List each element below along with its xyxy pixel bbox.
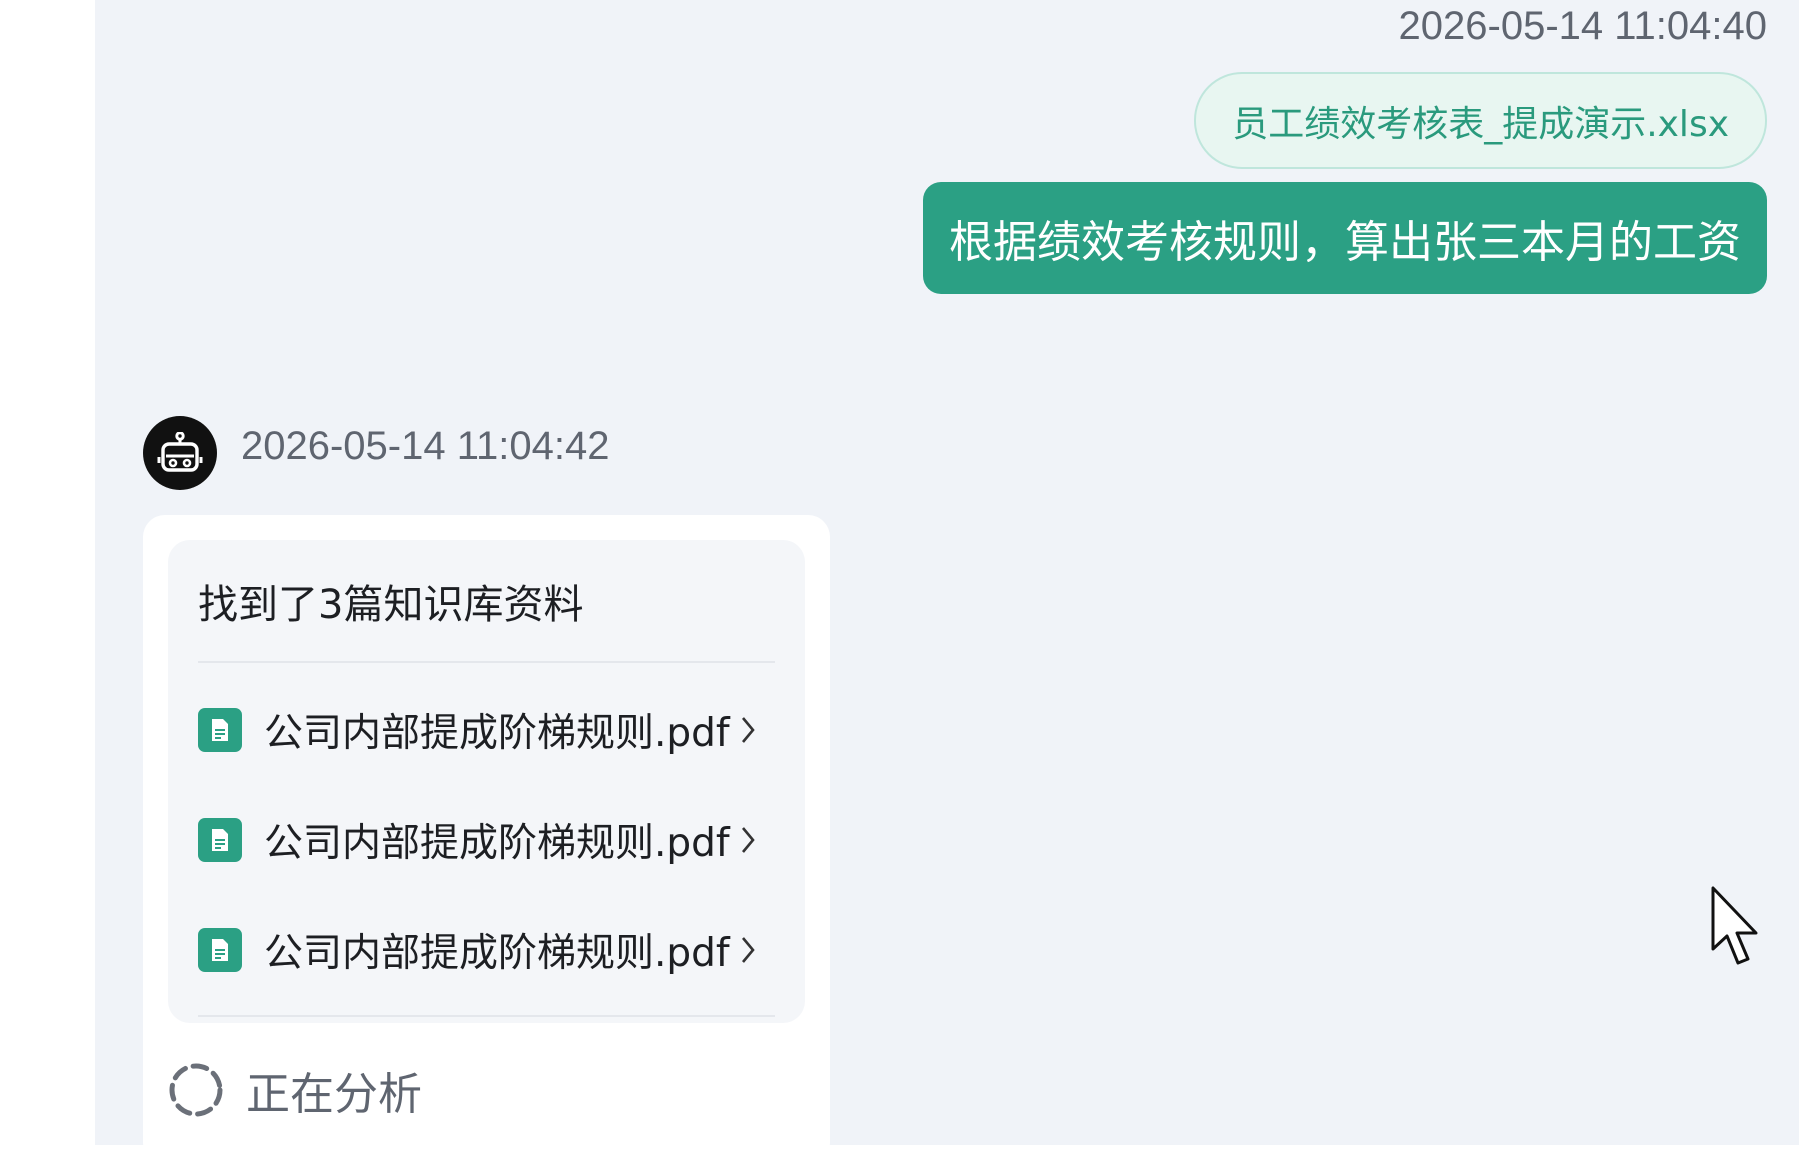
document-icon	[198, 708, 242, 752]
user-message-text: 根据绩效考核规则，算出张三本月的工资	[949, 217, 1741, 268]
left-sidebar-edge	[0, 0, 95, 1145]
mouse-cursor-icon	[1711, 886, 1758, 965]
chevron-right-icon	[740, 935, 756, 965]
bot-message-card: 找到了3篇知识库资料 公司内部提成阶梯规则.pdf 公司内部提成阶梯规则.pdf…	[143, 515, 830, 1165]
chevron-right-icon	[740, 825, 756, 855]
bot-avatar	[143, 416, 217, 490]
knowledge-base-item[interactable]: 公司内部提成阶梯规则.pdf	[198, 895, 775, 1005]
chevron-right-icon	[740, 715, 756, 745]
loading-spinner-icon	[169, 1063, 223, 1117]
knowledge-base-item[interactable]: 公司内部提成阶梯规则.pdf	[198, 785, 775, 895]
robot-icon	[157, 432, 203, 472]
document-icon	[198, 928, 242, 972]
document-icon	[198, 818, 242, 862]
knowledge-base-list: 公司内部提成阶梯规则.pdf 公司内部提成阶梯规则.pdf 公司内部提成阶梯规则…	[198, 663, 775, 1017]
attachment-chip[interactable]: 员工绩效考核表_提成演示.xlsx	[1194, 72, 1767, 169]
knowledge-base-item-label: 公司内部提成阶梯规则.pdf	[264, 931, 730, 976]
bot-message-timestamp: 2026-05-14 11:04:42	[241, 424, 610, 468]
analyzing-text: 正在分析	[246, 1069, 422, 1120]
user-message-bubble: 根据绩效考核规则，算出张三本月的工资	[923, 182, 1767, 294]
knowledge-base-item[interactable]: 公司内部提成阶梯规则.pdf	[198, 675, 775, 785]
knowledge-base-panel: 找到了3篇知识库资料 公司内部提成阶梯规则.pdf 公司内部提成阶梯规则.pdf…	[168, 540, 805, 1023]
knowledge-base-item-label: 公司内部提成阶梯规则.pdf	[264, 821, 730, 866]
knowledge-base-title: 找到了3篇知识库资料	[198, 540, 775, 663]
knowledge-base-item-label: 公司内部提成阶梯规则.pdf	[264, 711, 730, 756]
analyzing-status: 正在分析	[168, 1058, 422, 1122]
user-message-timestamp: 2026-05-14 11:04:40	[1398, 4, 1767, 48]
attachment-name: 员工绩效考核表_提成演示.xlsx	[1232, 103, 1729, 145]
